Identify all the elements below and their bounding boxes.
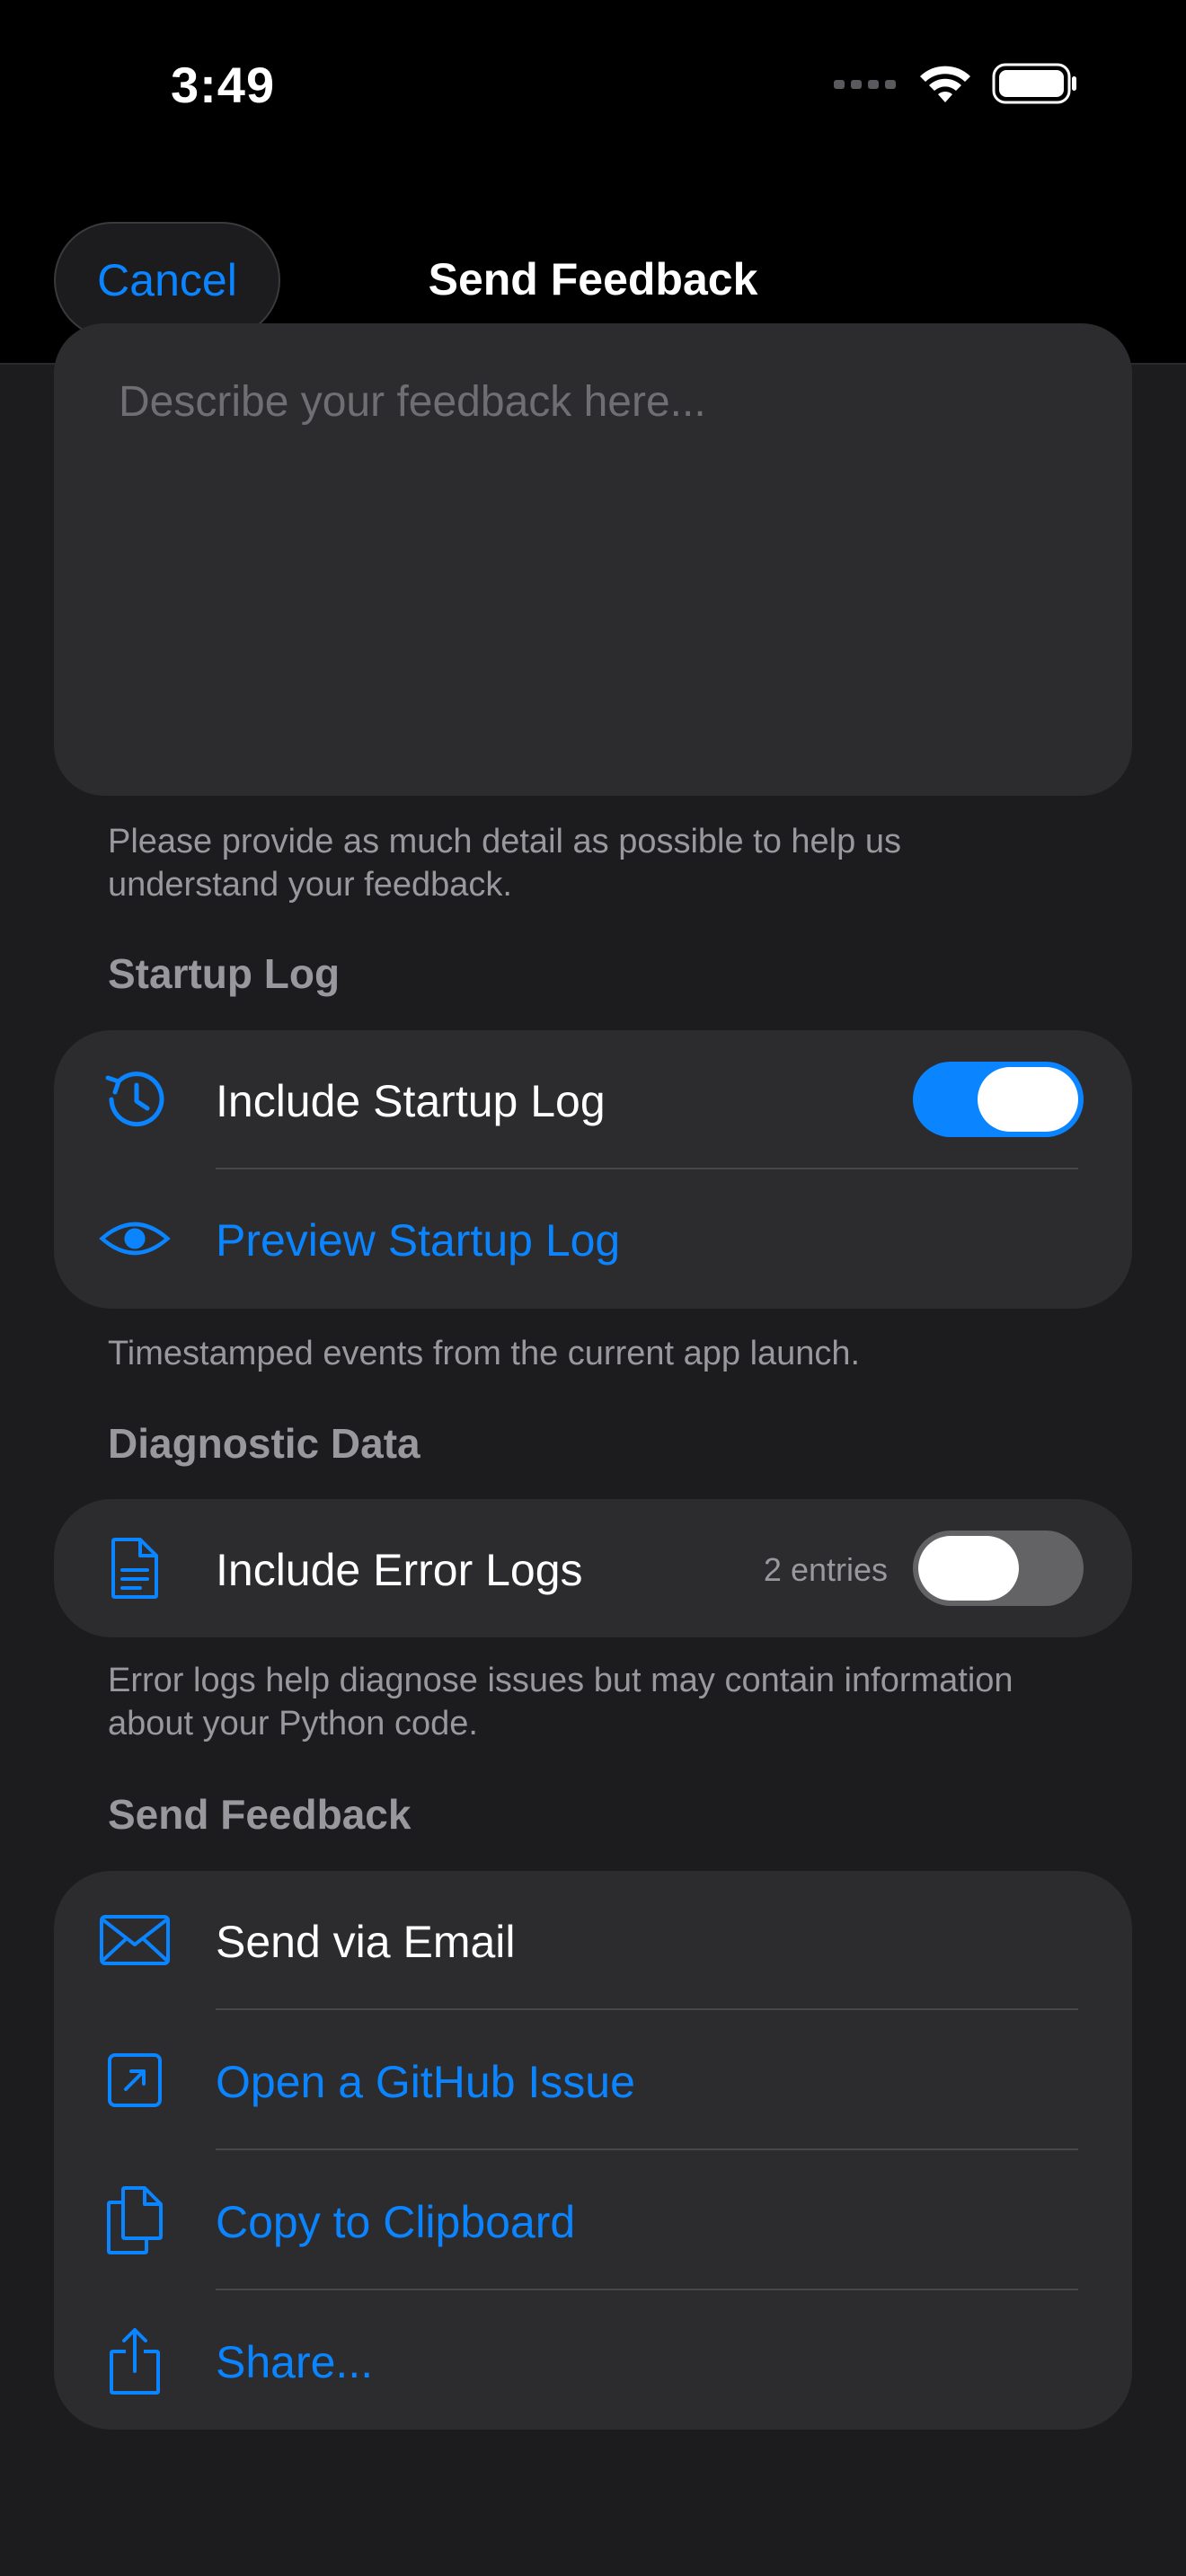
send-via-email-row[interactable]: Send via Email [54,1871,1132,2009]
external-link-icon [99,2044,171,2116]
include-error-logs-row: Include Error Logs 2 entries [54,1499,1132,1637]
feedback-textarea[interactable]: Describe your feedback here... [54,323,1132,796]
include-startup-log-toggle[interactable] [913,1062,1084,1137]
startup-log-caption: Timestamped events from the current app … [108,1335,861,1372]
include-startup-log-row: Include Startup Log [54,1030,1132,1169]
divider [216,2008,1078,2010]
send-feedback-card: Send via Email Open a GitHub Issue Copy … [54,1871,1132,2430]
share-label: Share... [216,2337,374,2387]
status-icons [834,63,1078,104]
share-icon [99,2325,171,2396]
include-startup-log-label: Include Startup Log [216,1076,606,1126]
divider [216,2148,1078,2150]
include-error-logs-toggle[interactable] [913,1531,1084,1606]
startup-log-header: Startup Log [108,950,341,997]
error-log-count: 2 entries [763,1551,888,1588]
diagnostic-data-card: Include Error Logs 2 entries [54,1499,1132,1637]
cancel-button[interactable]: Cancel [54,222,280,339]
copy-to-clipboard-row[interactable]: Copy to Clipboard [54,2151,1132,2289]
status-time: 3:49 [171,57,276,113]
send-feedback-header: Send Feedback [108,1791,412,1838]
startup-log-card: Include Startup Log Preview Startup Log [54,1030,1132,1309]
envelope-icon [99,1904,171,1976]
diagnostic-caption: Error logs help diagnose issues but may … [108,1662,1013,1742]
copy-icon [99,2184,171,2256]
status-bar: 3:49 [0,0,1186,198]
open-github-issue-label: Open a GitHub Issue [216,2057,635,2107]
include-error-logs-label: Include Error Logs [216,1545,583,1595]
clock-history-icon [99,1063,171,1135]
toggle-knob [918,1536,1019,1601]
share-row[interactable]: Share... [54,2291,1132,2430]
preview-startup-log-label: Preview Startup Log [216,1215,621,1266]
eye-icon [99,1203,171,1275]
cellular-signal-icon [834,80,896,89]
open-github-issue-row[interactable]: Open a GitHub Issue [54,2011,1132,2149]
diagnostic-data-header: Diagnostic Data [108,1420,420,1467]
toggle-knob [978,1067,1078,1132]
preview-startup-log-row[interactable]: Preview Startup Log [54,1169,1132,1308]
divider [216,2289,1078,2290]
battery-icon [992,63,1076,104]
wifi-icon [920,66,970,102]
send-via-email-label: Send via Email [216,1917,516,1967]
feedback-caption: Please provide as much detail as possibl… [108,823,901,904]
document-icon [99,1532,171,1604]
copy-to-clipboard-label: Copy to Clipboard [216,2197,576,2247]
